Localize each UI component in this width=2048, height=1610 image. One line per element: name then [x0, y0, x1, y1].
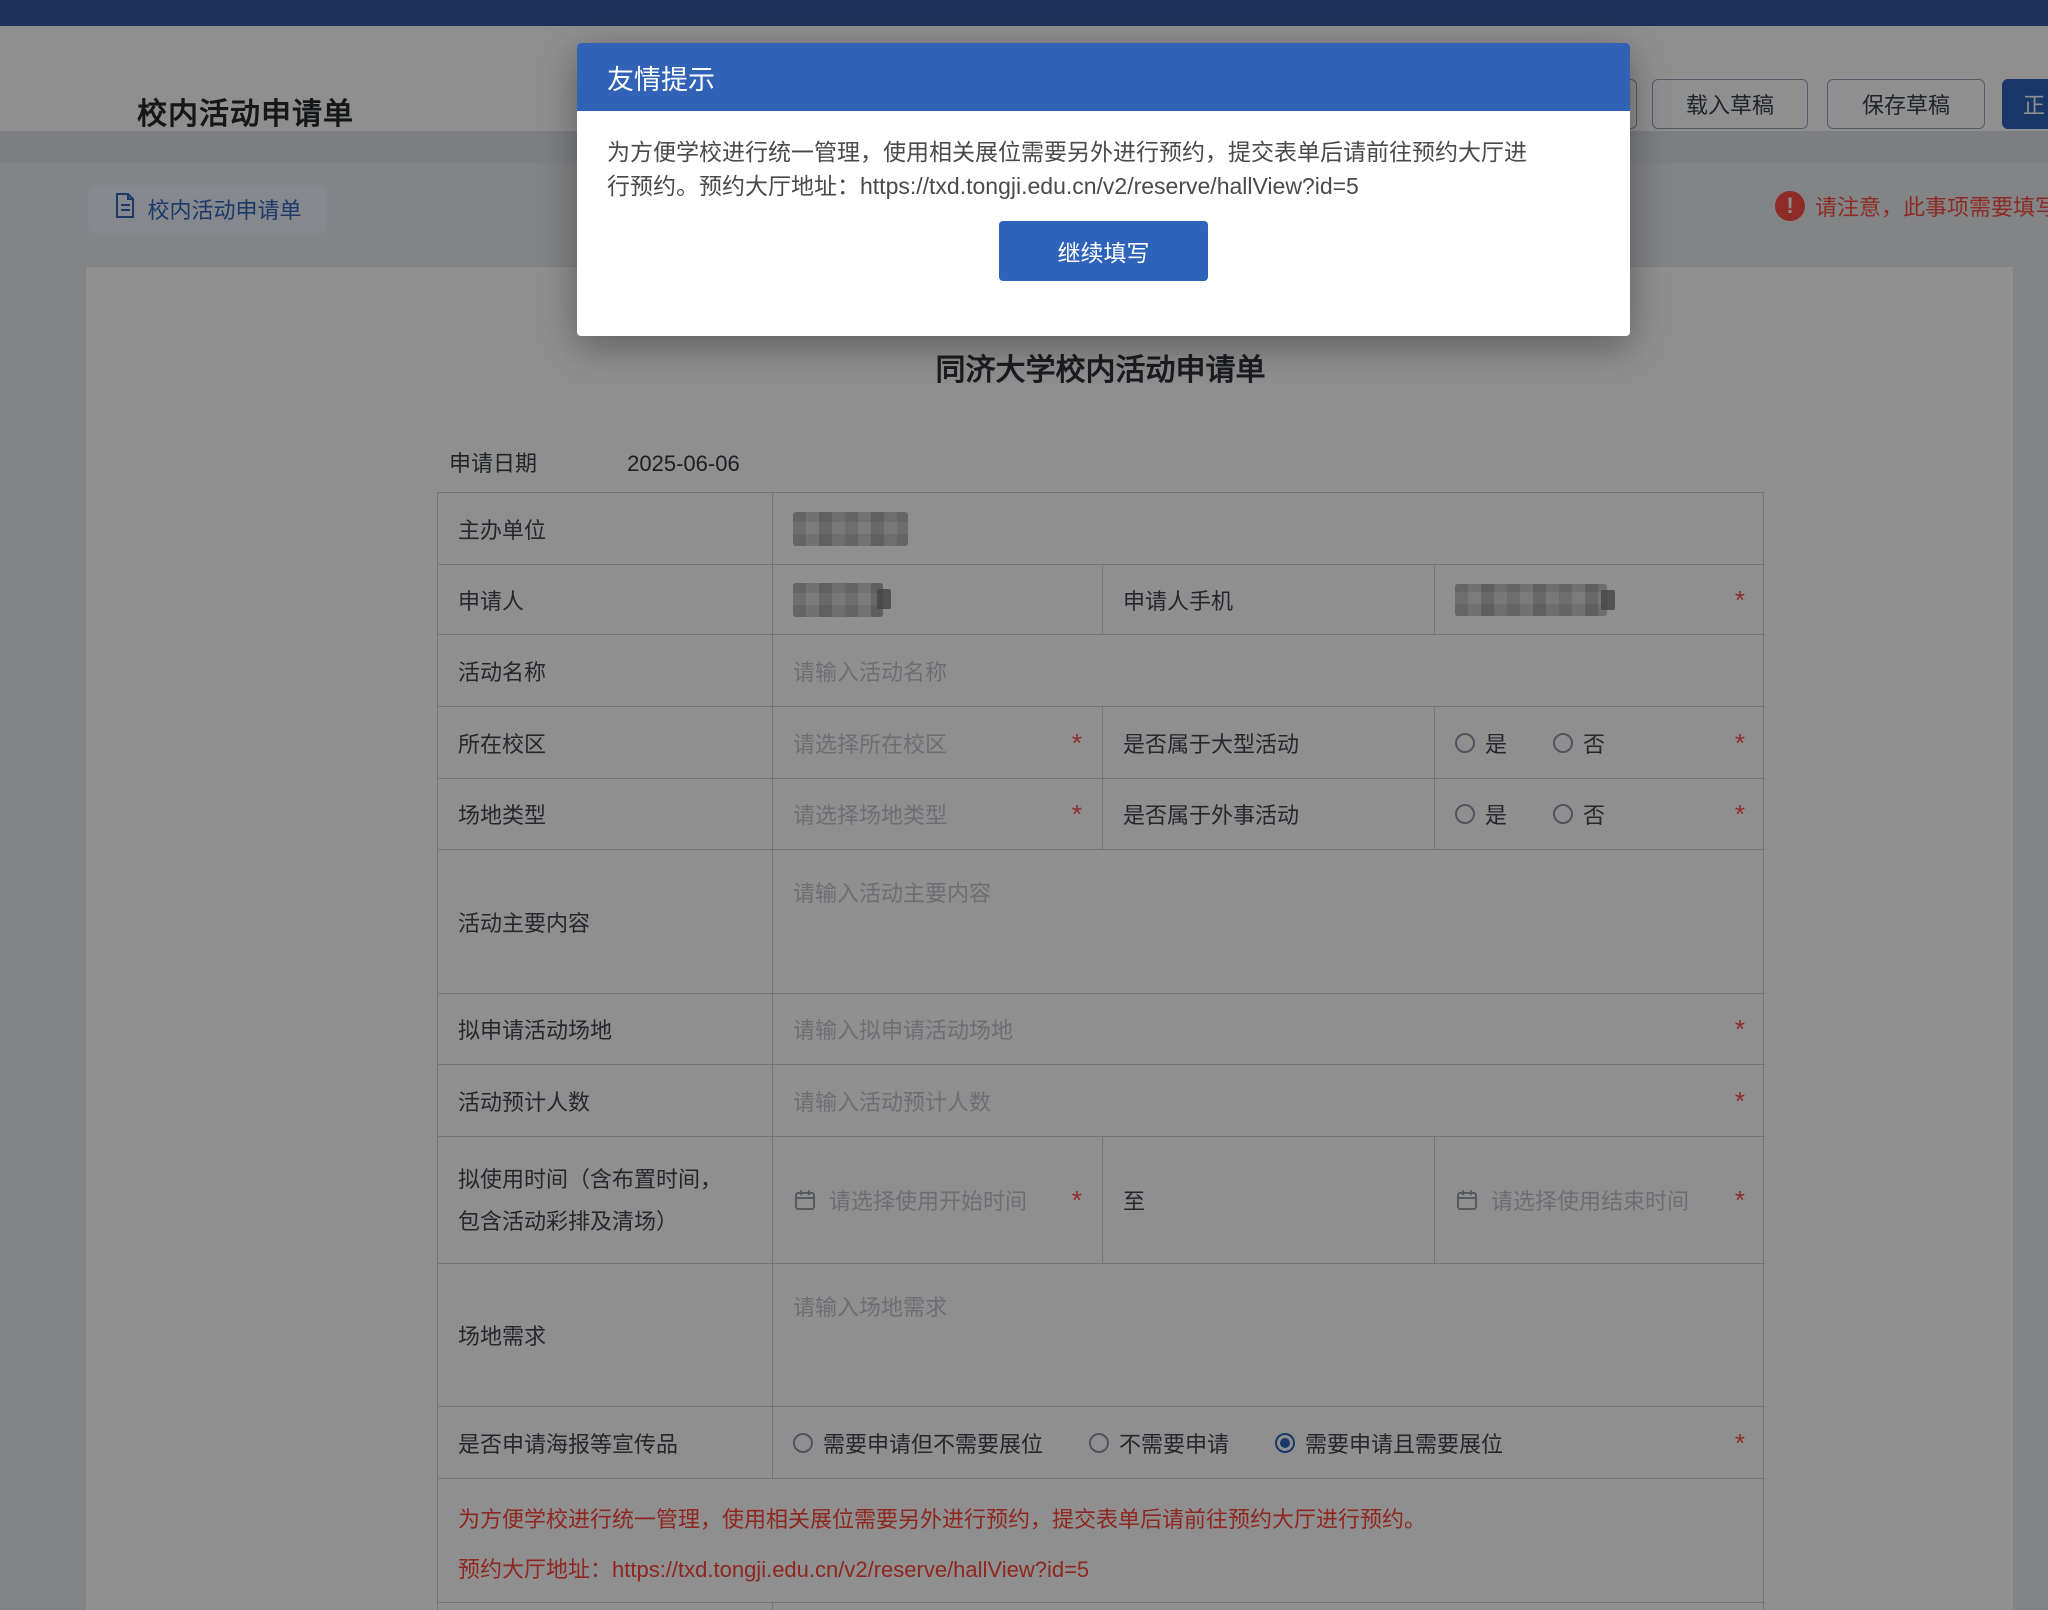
friendly-reminder-dialog: 友情提示 为方便学校进行统一管理，使用相关展位需要另外进行预约，提交表单后请前往… [577, 43, 1630, 336]
dialog-body-text: 为方便学校进行统一管理，使用相关展位需要另外进行预约，提交表单后请前往预约大厅进… [577, 111, 1630, 203]
continue-filling-button[interactable]: 继续填写 [999, 221, 1208, 281]
page: 校内活动申请单 载入草稿 保存草稿 正 校内活动申请单 ! 请注意，此事项需要填… [0, 0, 2048, 1610]
dialog-title-bar: 友情提示 [577, 43, 1630, 111]
dialog-title: 友情提示 [607, 58, 715, 97]
